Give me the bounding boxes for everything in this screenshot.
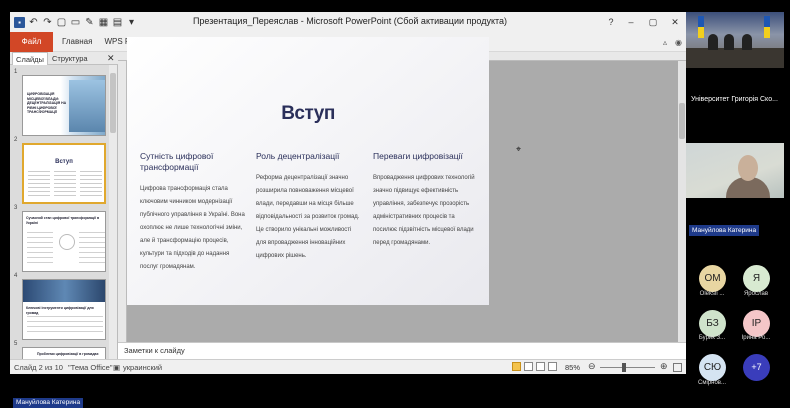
ribbon-collapse-icon[interactable]: ▵ bbox=[663, 38, 667, 47]
save-icon[interactable]: ▪ bbox=[14, 16, 25, 28]
panel-close-icon[interactable]: ✕ bbox=[107, 52, 115, 65]
slide-number: 2 bbox=[14, 137, 18, 143]
open-folder-icon[interactable]: ▭ bbox=[70, 17, 81, 28]
slideshow-button[interactable] bbox=[548, 362, 557, 371]
slide-title[interactable]: Вступ bbox=[127, 103, 489, 125]
help-icon[interactable]: ? bbox=[602, 12, 620, 32]
column-heading: Роль децентралізації bbox=[256, 151, 340, 161]
slide-number: 5 bbox=[14, 341, 18, 347]
column-text: Реформа децентралізації значно розширила… bbox=[256, 175, 360, 259]
speaker-name-label: Мануйлова Катерина bbox=[689, 225, 760, 236]
mouse-cursor-icon: ⌖ bbox=[516, 144, 522, 154]
participant-avatar[interactable]: ОМ bbox=[699, 265, 726, 292]
column-heading: Сутність цифрової трансформації bbox=[140, 151, 214, 172]
window-title: Презентация_Переяслав - Microsoft PowerP… bbox=[192, 16, 508, 26]
sorter-view-button[interactable] bbox=[524, 362, 533, 371]
column-heading: Переваги цифровізації bbox=[373, 151, 463, 161]
participant-name: Смірнов... bbox=[698, 380, 726, 386]
participant-name: Ярослав bbox=[743, 291, 769, 297]
participant-avatar[interactable]: СЮ bbox=[699, 354, 726, 381]
close-button[interactable]: ✕ bbox=[664, 12, 686, 32]
more-participants-button[interactable]: +7 bbox=[743, 354, 770, 381]
participant-avatar[interactable]: БЗ bbox=[699, 310, 726, 337]
video-tile-speaker[interactable] bbox=[686, 143, 784, 198]
thumbnail-title: Сучасний стан цифрової трансформації в У… bbox=[26, 216, 100, 225]
room-name-label: Університет Григорія Ско... bbox=[691, 96, 778, 103]
editor-scrollbar[interactable] bbox=[678, 61, 686, 342]
slide-thumbnail-1[interactable]: ЦИФРОВІЗАЦІЯ МІСЦЕВОЇ ВЛАДИ: ДЕЦЕНТРАЛІЗ… bbox=[22, 75, 106, 136]
thumbnail-title: Вступ bbox=[55, 159, 73, 165]
thumbnail-title: Проблеми цифровізації в громадах bbox=[37, 352, 99, 356]
normal-view-button[interactable] bbox=[512, 362, 521, 371]
zoom-slider[interactable] bbox=[600, 367, 655, 368]
quick-access-toolbar: ▪ ↶ ↷ ▢ ▭ ✎ ▦ ▤ ▾ bbox=[14, 15, 137, 29]
slide-column-1[interactable]: Сутність цифрової трансформації Цифрова … bbox=[140, 151, 246, 274]
participant-avatar[interactable]: ІР bbox=[743, 310, 770, 337]
vertical-ruler bbox=[118, 61, 127, 342]
slide-number: 1 bbox=[14, 69, 18, 75]
theme-name: "Тема Office" bbox=[68, 363, 113, 372]
tab-home[interactable]: Главная bbox=[56, 32, 98, 52]
slides-panel: Слайды Структура ✕ 1 ЦИФРОВІЗАЦІЯ МІСЦЕВ… bbox=[10, 52, 118, 359]
undo-icon[interactable]: ↶ bbox=[28, 17, 39, 28]
status-bar: Слайд 2 из 10 "Тема Office" ▣ украинский… bbox=[10, 359, 686, 374]
chart-icon[interactable]: ▤ bbox=[112, 17, 123, 28]
fit-to-window-icon[interactable] bbox=[673, 363, 682, 372]
participant-name: Oleksii ... bbox=[699, 291, 725, 297]
participant-avatar[interactable]: Я bbox=[743, 265, 770, 292]
notes-placeholder: Заметки к слайду bbox=[124, 346, 185, 355]
help-circle-icon[interactable]: ◉ bbox=[675, 38, 682, 47]
tab-file[interactable]: Файл bbox=[10, 32, 53, 52]
title-bar: ▪ ↶ ↷ ▢ ▭ ✎ ▦ ▤ ▾ Презентация_Переяслав … bbox=[10, 12, 686, 32]
reading-view-button[interactable] bbox=[536, 362, 545, 371]
slide-column-3[interactable]: Переваги цифровізації Впровадження цифро… bbox=[373, 151, 479, 250]
slide-thumbnail-2[interactable]: Вступ bbox=[22, 143, 106, 204]
slide-counter: Слайд 2 из 10 bbox=[14, 363, 63, 372]
participant-name: Ірина Ро... bbox=[741, 335, 771, 341]
slide-number: 3 bbox=[14, 205, 18, 211]
thumbnail-title: Ключові інструменти цифровізації для гро… bbox=[26, 306, 94, 315]
notes-pane[interactable]: Заметки к слайду bbox=[118, 342, 686, 359]
participant-name: Бурик З... bbox=[698, 335, 726, 341]
format-painter-icon[interactable]: ✎ bbox=[84, 17, 95, 28]
slide-column-2[interactable]: Роль децентралізації Реформа децентраліз… bbox=[256, 151, 362, 263]
powerpoint-window: ▪ ↶ ↷ ▢ ▭ ✎ ▦ ▤ ▾ Презентация_Переяслав … bbox=[10, 12, 686, 374]
tab-outline[interactable]: Структура bbox=[52, 52, 88, 65]
maximize-button[interactable]: ▢ bbox=[642, 12, 664, 32]
slide-number: 4 bbox=[14, 273, 18, 279]
customize-dropdown-icon[interactable]: ▾ bbox=[126, 17, 137, 28]
screen: ▪ ↶ ↷ ▢ ▭ ✎ ▦ ▤ ▾ Презентация_Переяслав … bbox=[0, 0, 790, 408]
column-text: Впровадження цифрових технологій значно … bbox=[373, 175, 475, 246]
new-file-icon[interactable]: ▢ bbox=[56, 17, 67, 28]
zoom-out-icon[interactable]: ⊖ bbox=[588, 361, 596, 372]
view-buttons bbox=[512, 362, 557, 371]
thumbnail-title: ЦИФРОВІЗАЦІЯ МІСЦЕВОЇ ВЛАДИ: ДЕЦЕНТРАЛІЗ… bbox=[27, 92, 67, 114]
zoom-in-icon[interactable]: ⊕ bbox=[660, 361, 668, 372]
slide-thumbnail-3[interactable]: Сучасний стан цифрової трансформації в У… bbox=[22, 211, 106, 272]
presenter-name-label: Мануйлова Катерина bbox=[13, 398, 84, 408]
spellcheck-icon[interactable]: ▣ bbox=[113, 363, 120, 372]
slides-scrollbar[interactable] bbox=[109, 65, 117, 359]
window-controls: ? – ▢ ✕ bbox=[602, 12, 686, 32]
column-text: Цифрова трансформація стала ключовим чин… bbox=[140, 186, 245, 270]
zoom-slider-handle[interactable] bbox=[622, 363, 626, 372]
slide-thumbnail-5[interactable]: Проблеми цифровізації в громадах bbox=[22, 347, 106, 359]
language[interactable]: украинский bbox=[123, 363, 162, 372]
zoom-level[interactable]: 85% bbox=[565, 363, 580, 372]
table-icon[interactable]: ▦ bbox=[98, 17, 109, 28]
minimize-button[interactable]: – bbox=[620, 12, 642, 32]
tab-slides[interactable]: Слайды bbox=[12, 52, 48, 65]
current-slide[interactable]: Вступ Сутність цифрової трансформації Ци… bbox=[127, 37, 489, 305]
redo-icon[interactable]: ↷ bbox=[42, 17, 53, 28]
slide-thumbnail-4[interactable]: Ключові інструменти цифровізації для гро… bbox=[22, 279, 106, 340]
video-tile-room[interactable] bbox=[686, 12, 784, 68]
